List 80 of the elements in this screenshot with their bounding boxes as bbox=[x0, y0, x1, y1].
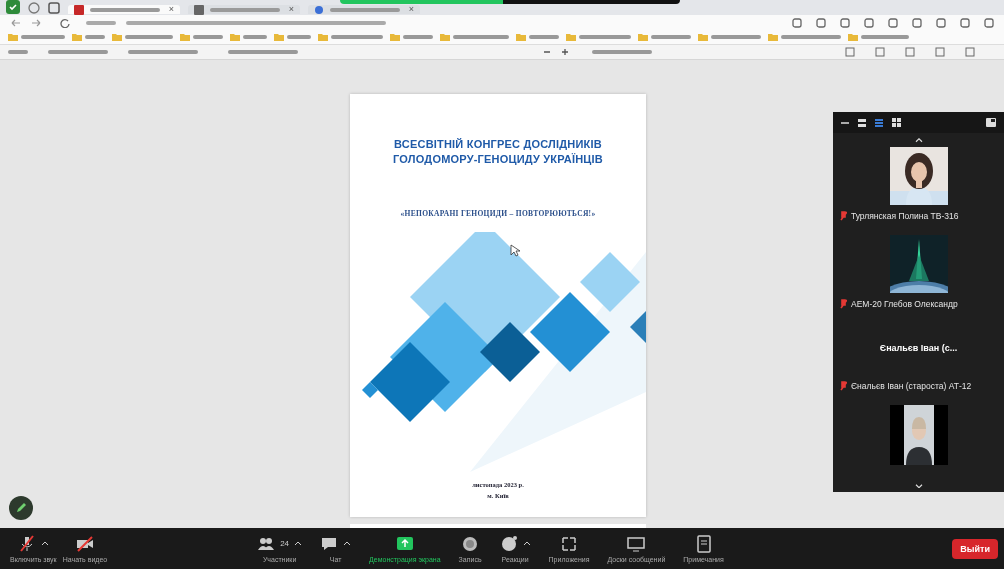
strip-view-icon[interactable] bbox=[858, 118, 866, 127]
close-tab-button[interactable]: × bbox=[168, 5, 174, 14]
participant-count: 24 bbox=[280, 539, 290, 548]
folder-icon bbox=[516, 33, 526, 41]
participant-name: АЕМ-20 Глебов Олександр bbox=[851, 298, 958, 309]
bookmark-folder[interactable] bbox=[848, 33, 909, 41]
participant-display-name: Єнальєв Іван (с... bbox=[879, 342, 958, 353]
toolbar-icon[interactable] bbox=[864, 17, 874, 28]
browser-tab[interactable]: × bbox=[68, 5, 180, 14]
page-icon bbox=[194, 4, 204, 15]
folder-icon bbox=[180, 33, 190, 41]
whiteboard-icon bbox=[627, 534, 646, 553]
record-icon bbox=[461, 534, 480, 553]
bookmark-folder[interactable] bbox=[72, 33, 105, 41]
scroll-up-icon[interactable] bbox=[913, 138, 924, 143]
folder-icon bbox=[72, 33, 82, 41]
share-screen-icon bbox=[395, 534, 414, 553]
bookmark-folder[interactable] bbox=[318, 33, 383, 41]
bookmark-folder[interactable] bbox=[390, 33, 433, 41]
bookmark-folder[interactable] bbox=[638, 33, 691, 41]
caret-icon[interactable] bbox=[522, 541, 531, 546]
cursor-icon bbox=[510, 244, 523, 257]
caret-icon[interactable] bbox=[40, 541, 49, 546]
participant-name: Єнальєв Іван (староста) АТ-12 bbox=[851, 380, 972, 391]
notes-icon bbox=[694, 534, 713, 553]
folder-icon bbox=[440, 33, 450, 41]
folder-icon bbox=[698, 33, 708, 41]
scroll-down-icon[interactable] bbox=[913, 483, 924, 488]
grid-view-icon[interactable] bbox=[892, 118, 901, 127]
folder-icon bbox=[8, 33, 18, 41]
bookmark-folder[interactable] bbox=[180, 33, 223, 41]
shield-icon[interactable] bbox=[6, 0, 20, 14]
toolbar-icon[interactable] bbox=[888, 17, 898, 28]
folder-icon bbox=[848, 33, 858, 41]
browser-tab[interactable]: × bbox=[308, 5, 420, 14]
leave-button[interactable]: Выйти bbox=[952, 538, 998, 559]
folder-icon bbox=[638, 33, 648, 41]
caret-icon[interactable] bbox=[294, 541, 303, 546]
toolbar-icon[interactable] bbox=[840, 17, 850, 28]
document-title: ВСЕСВІТНІЙ КОНГРЕС ДОСЛІДНИКІВ bbox=[394, 138, 602, 150]
reload-icon[interactable] bbox=[60, 17, 70, 28]
bookmark-folder[interactable] bbox=[112, 33, 173, 41]
toolbar-icon[interactable] bbox=[792, 17, 802, 28]
participant-name: Турлянская Полина ТВ-316 bbox=[851, 210, 959, 221]
bookmark-folder[interactable] bbox=[440, 33, 509, 41]
toolbar-icon[interactable] bbox=[912, 17, 922, 28]
document-title: ГОЛОДОМОРУ-ГЕНОЦИДУ УКРАЇНЦІВ bbox=[393, 153, 603, 165]
history-icon[interactable] bbox=[28, 2, 40, 14]
bookmark-folder[interactable] bbox=[566, 33, 631, 41]
folder-icon bbox=[390, 33, 400, 41]
close-tab-button[interactable]: × bbox=[408, 5, 414, 14]
search-icon bbox=[314, 4, 324, 15]
folder-icon bbox=[318, 33, 328, 41]
toolbar-icon[interactable] bbox=[816, 17, 826, 28]
list-view-icon[interactable] bbox=[875, 118, 883, 127]
toolbar-icon[interactable] bbox=[984, 17, 994, 28]
pdf-file-icon bbox=[74, 4, 84, 15]
bookmark-folder[interactable] bbox=[8, 33, 65, 41]
window-icon[interactable] bbox=[986, 118, 996, 127]
browser-tab[interactable]: × bbox=[188, 5, 300, 14]
bookmark-folder[interactable] bbox=[230, 33, 267, 41]
close-tab-button[interactable]: × bbox=[288, 5, 294, 14]
muted-microphone-icon bbox=[17, 534, 36, 553]
folder-icon bbox=[274, 33, 284, 41]
toolbar-icon[interactable] bbox=[960, 17, 970, 28]
folder-icon bbox=[112, 33, 122, 41]
caret-icon[interactable] bbox=[343, 541, 352, 546]
bookmark-folder[interactable] bbox=[698, 33, 761, 41]
bookmark-folder[interactable] bbox=[274, 33, 311, 41]
bookmark-folder[interactable] bbox=[516, 33, 559, 41]
pencil-icon bbox=[15, 502, 27, 514]
annotate-button[interactable] bbox=[9, 496, 33, 520]
folder-icon bbox=[230, 33, 240, 41]
apps-icon bbox=[560, 534, 579, 553]
folder-icon bbox=[566, 33, 576, 41]
toolbar-icon[interactable] bbox=[936, 17, 946, 28]
folder-icon bbox=[768, 33, 778, 41]
bookmark-folder[interactable] bbox=[768, 33, 841, 41]
tab-actions-icon[interactable] bbox=[48, 2, 60, 14]
video-off-icon bbox=[75, 534, 94, 553]
